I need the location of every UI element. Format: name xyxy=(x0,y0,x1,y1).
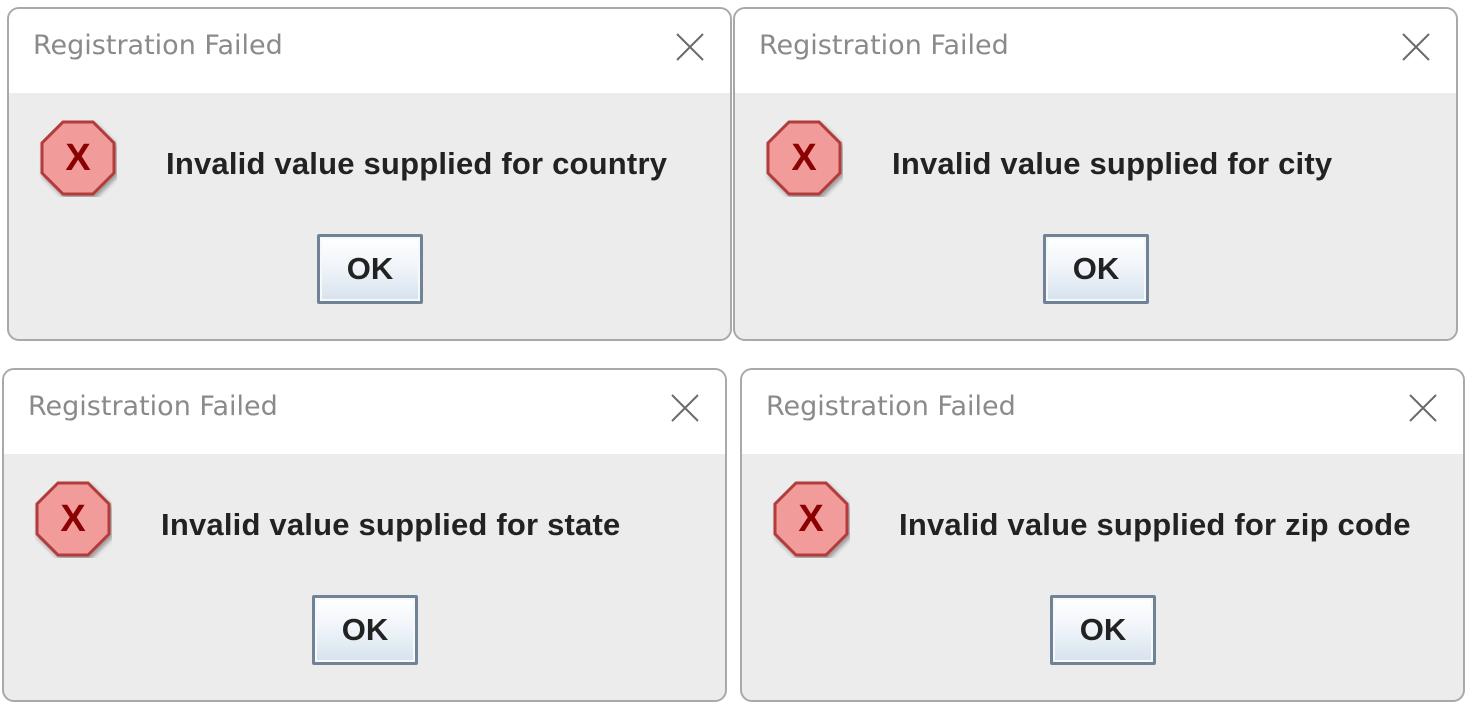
dialog-title: Registration Failed xyxy=(766,391,1016,422)
error-glyph: X xyxy=(65,137,91,179)
dialog-title: Registration Failed xyxy=(28,391,278,422)
dialog-title: Registration Failed xyxy=(33,30,283,61)
error-icon: X xyxy=(34,480,112,558)
ok-button[interactable]: OK xyxy=(1043,234,1149,304)
close-icon[interactable] xyxy=(1400,31,1432,63)
error-icon: X xyxy=(772,480,850,558)
error-message: Invalid value supplied for zip code xyxy=(899,507,1411,542)
error-message: Invalid value supplied for city xyxy=(892,146,1333,181)
dialog-titlebar[interactable]: Registration Failed xyxy=(735,9,1456,93)
ok-button[interactable]: OK xyxy=(1050,595,1156,665)
error-icon: X xyxy=(765,119,843,197)
error-dialog-city: Registration Failed X Invalid value supp… xyxy=(733,7,1458,341)
ok-button[interactable]: OK xyxy=(317,234,423,304)
error-glyph: X xyxy=(798,498,824,540)
error-icon: X xyxy=(39,119,117,197)
dialog-title: Registration Failed xyxy=(759,30,1009,61)
close-icon[interactable] xyxy=(669,392,701,424)
error-dialog-country: Registration Failed X Invalid value supp… xyxy=(7,7,732,341)
error-dialog-zip-code: Registration Failed X Invalid value supp… xyxy=(740,368,1465,702)
dialog-titlebar[interactable]: Registration Failed xyxy=(742,370,1463,454)
error-message: Invalid value supplied for country xyxy=(166,146,668,181)
close-icon[interactable] xyxy=(1407,392,1439,424)
dialog-titlebar[interactable]: Registration Failed xyxy=(4,370,725,454)
error-glyph: X xyxy=(791,137,817,179)
error-dialog-state: Registration Failed X Invalid value supp… xyxy=(2,368,727,702)
error-message: Invalid value supplied for state xyxy=(161,507,621,542)
close-icon[interactable] xyxy=(674,31,706,63)
error-glyph: X xyxy=(60,498,86,540)
dialog-titlebar[interactable]: Registration Failed xyxy=(9,9,730,93)
ok-button[interactable]: OK xyxy=(312,595,418,665)
